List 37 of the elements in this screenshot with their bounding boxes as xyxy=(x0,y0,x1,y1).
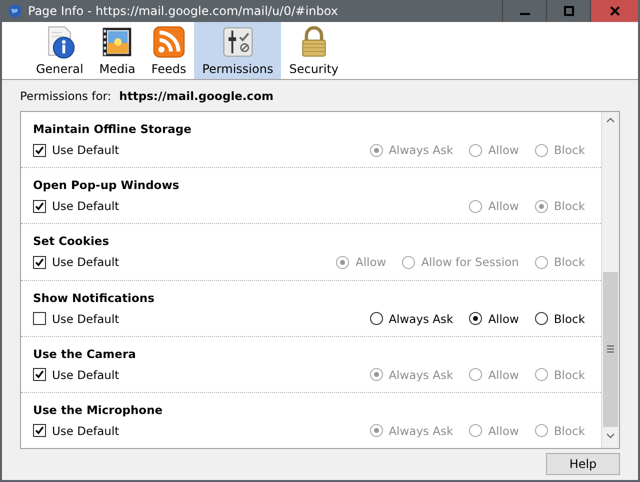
scrollbar[interactable] xyxy=(601,112,619,448)
close-icon xyxy=(610,6,620,16)
permission-radio[interactable]: Allow xyxy=(469,312,519,326)
permission-radio[interactable]: Always Ask xyxy=(370,312,454,326)
use-default-checkbox[interactable]: Use Default xyxy=(33,368,370,382)
permissions-for-label: Permissions for: xyxy=(20,89,112,103)
toolbar-tab[interactable]: Permissions xyxy=(194,22,282,79)
close-button[interactable] xyxy=(590,0,638,22)
rss-icon xyxy=(152,25,186,59)
checkmark-icon xyxy=(35,426,44,436)
checkmark-icon xyxy=(35,146,44,155)
help-button[interactable]: Help xyxy=(546,453,620,475)
permission-title: Set Cookies xyxy=(33,234,110,248)
slider-check-icon xyxy=(220,25,255,59)
site-address: https://mail.google.com xyxy=(119,89,274,103)
checkmark-icon xyxy=(35,370,44,380)
window-title: Page Info - https://mail.google.com/mail/u/0/#inbox xyxy=(28,4,339,18)
permission-title: Open Pop-up Windows xyxy=(33,178,180,192)
permission-title: Use the Microphone xyxy=(33,402,164,417)
permission-title: Maintain Offline Storage xyxy=(33,122,192,136)
use-default-checkbox[interactable]: Use Default xyxy=(33,143,370,158)
use-default-checkbox[interactable]: Use Default xyxy=(33,424,370,438)
permission-radio[interactable]: Block xyxy=(534,312,585,326)
use-default-checkbox[interactable]: Use Default xyxy=(33,312,370,326)
toolbar-tab[interactable]: General xyxy=(28,22,92,79)
toolbar-tab[interactable]: Feeds xyxy=(143,22,194,79)
use-default-checkbox[interactable]: Use Default xyxy=(33,255,336,270)
toolbar-tab[interactable]: Media xyxy=(91,22,144,79)
checkmark-icon xyxy=(35,258,44,267)
minimize-icon xyxy=(520,13,530,15)
maximize-icon xyxy=(564,6,574,16)
checkmark-icon xyxy=(35,202,44,211)
permission-title: Show Notifications xyxy=(33,290,156,305)
toolbar-tab[interactable]: Security xyxy=(281,22,346,79)
permission-title: Use the Camera xyxy=(33,346,137,361)
use-default-checkbox[interactable]: Use Default xyxy=(33,199,470,214)
globe-icon xyxy=(8,4,22,18)
